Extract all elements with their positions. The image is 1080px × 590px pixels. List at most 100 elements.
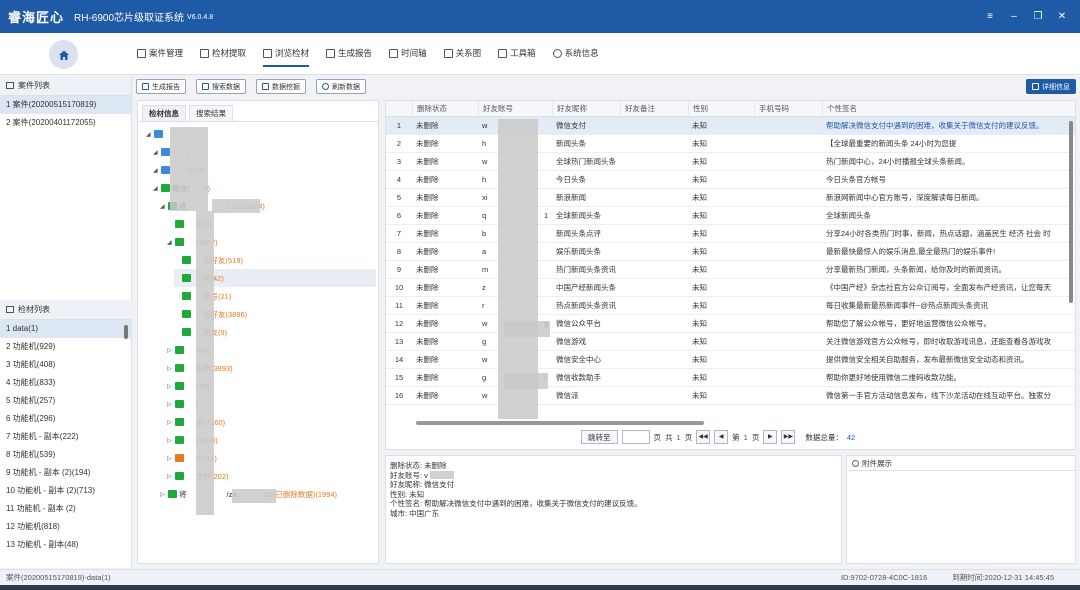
table-row[interactable]: 4 未删除 h 今日头条 未知 今日头条官方帐号: [386, 171, 1075, 189]
generate-report-button[interactable]: 生成报告: [136, 79, 186, 94]
expand-arrow-icon[interactable]: ▷: [167, 473, 175, 480]
expand-arrow-icon[interactable]: ▷: [167, 365, 175, 372]
detection-scrollbar[interactable]: [124, 325, 128, 339]
cell-signature: 帮助您了解公众帐号，更好地运营微信公众帐号。: [826, 319, 991, 328]
table-row[interactable]: 5 未删除 xi 新浪新闻 未知 新浪网新闻中心官方账号，深度解读每日新闻。: [386, 189, 1075, 207]
cell-signature: 帮助你更好地使用微信二维码收款功能。: [826, 373, 961, 382]
expand-arrow-icon[interactable]: ◢: [153, 185, 161, 192]
nav-generate-report[interactable]: 生成报告: [326, 47, 372, 59]
expand-arrow-icon[interactable]: ▷: [167, 437, 175, 444]
table-horizontal-scrollbar[interactable]: [416, 421, 704, 425]
expand-arrow-icon[interactable]: ◢: [153, 167, 161, 174]
search-data-button[interactable]: 搜索数据: [196, 79, 246, 94]
home-button[interactable]: [49, 40, 78, 69]
cell-index: 6: [396, 211, 402, 220]
case-item[interactable]: 1 案件(20200515170819): [0, 96, 131, 114]
last-page-icon[interactable]: ▶▶: [781, 430, 796, 444]
first-page-icon[interactable]: ◀◀: [696, 430, 711, 444]
table-row[interactable]: 16 未删除 w 微信派 未知 微信第一手官方活动信息发布，线下沙龙活动在线互动平台。独家…: [386, 387, 1075, 405]
wechat-icon: [175, 418, 184, 426]
detection-item[interactable]: 6 功能机(296): [0, 410, 132, 428]
col-friend-account[interactable]: 好友账号: [478, 101, 552, 117]
expand-arrow-icon[interactable]: ▷: [160, 491, 168, 498]
tab-evidence-info[interactable]: 检材信息: [142, 105, 186, 121]
detection-item[interactable]: 9 功能机 - 副本 (2)(194): [0, 464, 132, 482]
nav-relation-graph[interactable]: 关系图: [443, 47, 481, 59]
expand-arrow-icon[interactable]: ▷: [167, 347, 175, 354]
detection-item[interactable]: 2 功能机(929): [0, 338, 132, 356]
cell-friend-nickname: 新闻头条点评: [556, 229, 601, 238]
restore-icon[interactable]: ❐: [1032, 11, 1044, 22]
wechat-icon: [175, 382, 184, 390]
cell-friend-nickname: 中国产经新闻头条: [556, 283, 616, 292]
nav-case-management[interactable]: 案件管理: [137, 47, 183, 59]
main-nav: 案件管理 检材提取 浏览检材 生成报告 时间轴 关系图 工具箱 系统信息: [0, 33, 1080, 75]
detection-item[interactable]: 12 功能机(818): [0, 518, 132, 536]
cell-index: 5: [396, 193, 402, 202]
col-gender[interactable]: 性别: [688, 101, 754, 117]
expand-arrow-icon[interactable]: ▷: [167, 455, 175, 462]
expand-arrow-icon[interactable]: ◢: [153, 149, 161, 156]
cell-delete-status: 未删除: [416, 211, 439, 220]
cell-delete-status: 未删除: [416, 391, 439, 400]
expand-arrow-icon[interactable]: ◢: [167, 239, 175, 246]
minimize-icon[interactable]: –: [1008, 11, 1020, 22]
next-page-icon[interactable]: ▶: [763, 430, 778, 444]
nav-browse-evidence[interactable]: 浏览检材: [263, 47, 310, 67]
table-row[interactable]: 3 未删除 w 全球热门新闻头条 未知 热门新闻中心，24小时播报全球头条新闻。: [386, 153, 1075, 171]
table-row[interactable]: 9 未删除 m 热门新闻头条资讯 未知 分享最新热门新闻，头条新闻，给你及时的新闻资讯。: [386, 261, 1075, 279]
data-mining-button[interactable]: 数据挖掘: [256, 79, 306, 94]
table-row[interactable]: 11 未删除 r 热点新闻头条资讯 未知 每日收集最新最热新闻事件~@热点新闻头条资讯: [386, 297, 1075, 315]
goto-page-button[interactable]: 跳转至: [581, 430, 618, 444]
nav-system-info[interactable]: 系统信息: [552, 47, 599, 59]
table-row[interactable]: 7 未删除 b 新闻头条点评 未知 分享24小时各类热门时事，新闻，热点话题，涵盖民生 经…: [386, 225, 1075, 243]
cell-delete-status: 未删除: [416, 229, 439, 238]
cell-delete-status: 未删除: [416, 337, 439, 346]
table-row[interactable]: 2 未删除 h 新闻头条 未知 【全球最重要的新闻头条 24小时为您提: [386, 135, 1075, 153]
table-row[interactable]: 10 未删除 z 中国产经新闻头条 未知 《中国产经》杂志社官方公众订阅号，全面发布产经资…: [386, 279, 1075, 297]
table-row[interactable]: 6 未删除 q 全球新闻头条 未知 全球新闻头条 1: [386, 207, 1075, 225]
detail-icon: [1032, 83, 1039, 90]
close-icon[interactable]: ✕: [1056, 11, 1068, 22]
col-signature[interactable]: 个性签名: [822, 101, 1075, 117]
table-row[interactable]: 12未删除w微信公众平台未知帮助您了解公众帐号，更好地运营微信公众帐号。g: [386, 315, 1075, 333]
tab-search-results[interactable]: 搜索结果: [189, 105, 233, 121]
detail-line: 好友昵称: 微信支付: [390, 480, 455, 489]
expand-arrow-icon[interactable]: ◢: [160, 203, 168, 210]
refresh-data-button[interactable]: 刷新数据: [316, 79, 366, 94]
expand-arrow-icon[interactable]: ▷: [167, 419, 175, 426]
page-number-input[interactable]: [621, 430, 650, 444]
col-delete-status[interactable]: 删除状态: [412, 101, 478, 117]
detail-info-button[interactable]: 详细信息: [1026, 79, 1076, 94]
detection-item[interactable]: 11 功能机 - 副本 (2): [0, 500, 132, 518]
expand-arrow-icon[interactable]: ▷: [167, 401, 175, 408]
table-row[interactable]: 14 未删除 w 微信安全中心 未知 提供微信安全相关自助服务，发布最新微信安全动态和资讯…: [386, 351, 1075, 369]
nav-toolbox[interactable]: 工具箱: [498, 47, 536, 59]
detection-item[interactable]: 13 功能机 - 副本(48): [0, 536, 132, 554]
detection-item[interactable]: 1 data(1): [0, 320, 132, 338]
table-row[interactable]: 8 未删除 a 娱乐新闻头条 未知 最新最快最惊人的娱乐消息,最全最热门的娱乐事件!: [386, 243, 1075, 261]
redaction-blur: [504, 321, 550, 337]
nav-timeline[interactable]: 时间轴: [389, 47, 427, 59]
table-row[interactable]: 15未删除g微信收款助手未知帮助你更好地使用微信二维码收款功能。c: [386, 369, 1075, 387]
prev-page-icon[interactable]: ◀: [714, 430, 729, 444]
col-friend-remark[interactable]: 好友备注: [620, 101, 688, 117]
detection-item[interactable]: 10 功能机 - 副本 (2)(713): [0, 482, 132, 500]
col-phone[interactable]: 手机号码: [754, 101, 822, 117]
expand-arrow-icon[interactable]: ◢: [146, 131, 154, 138]
detection-item[interactable]: 7 功能机 - 副本(222): [0, 428, 132, 446]
table-row[interactable]: 1 未删除 w 微信支付 未知 帮助解决微信支付中遇到的困难，收集关于微信支付的建议反馈。: [386, 117, 1075, 135]
detection-item[interactable]: 8 功能机(539): [0, 446, 132, 464]
nav-evidence-extract[interactable]: 检材提取: [200, 47, 246, 59]
col-friend-nickname[interactable]: 好友昵称: [552, 101, 620, 117]
cell-delete-status: 未删除: [416, 193, 439, 202]
expand-arrow-icon[interactable]: ▷: [167, 383, 175, 390]
detection-item[interactable]: 3 功能机(408): [0, 356, 132, 374]
detection-item[interactable]: 4 功能机(833): [0, 374, 132, 392]
settings-menu-icon[interactable]: ≡: [984, 11, 996, 22]
table-vertical-scrollbar[interactable]: [1069, 121, 1073, 303]
case-item[interactable]: 2 案件(20200401172055): [0, 114, 131, 132]
table-row[interactable]: 13 未删除 g 微信游戏 未知 关注微信游戏官方公众帐号，即时收取游戏讯息，还能查看各游…: [386, 333, 1075, 351]
left-panel: 案件列表 1 案件(20200515170819) 2 案件(202004011…: [0, 76, 132, 568]
detection-item[interactable]: 5 功能机(257): [0, 392, 132, 410]
